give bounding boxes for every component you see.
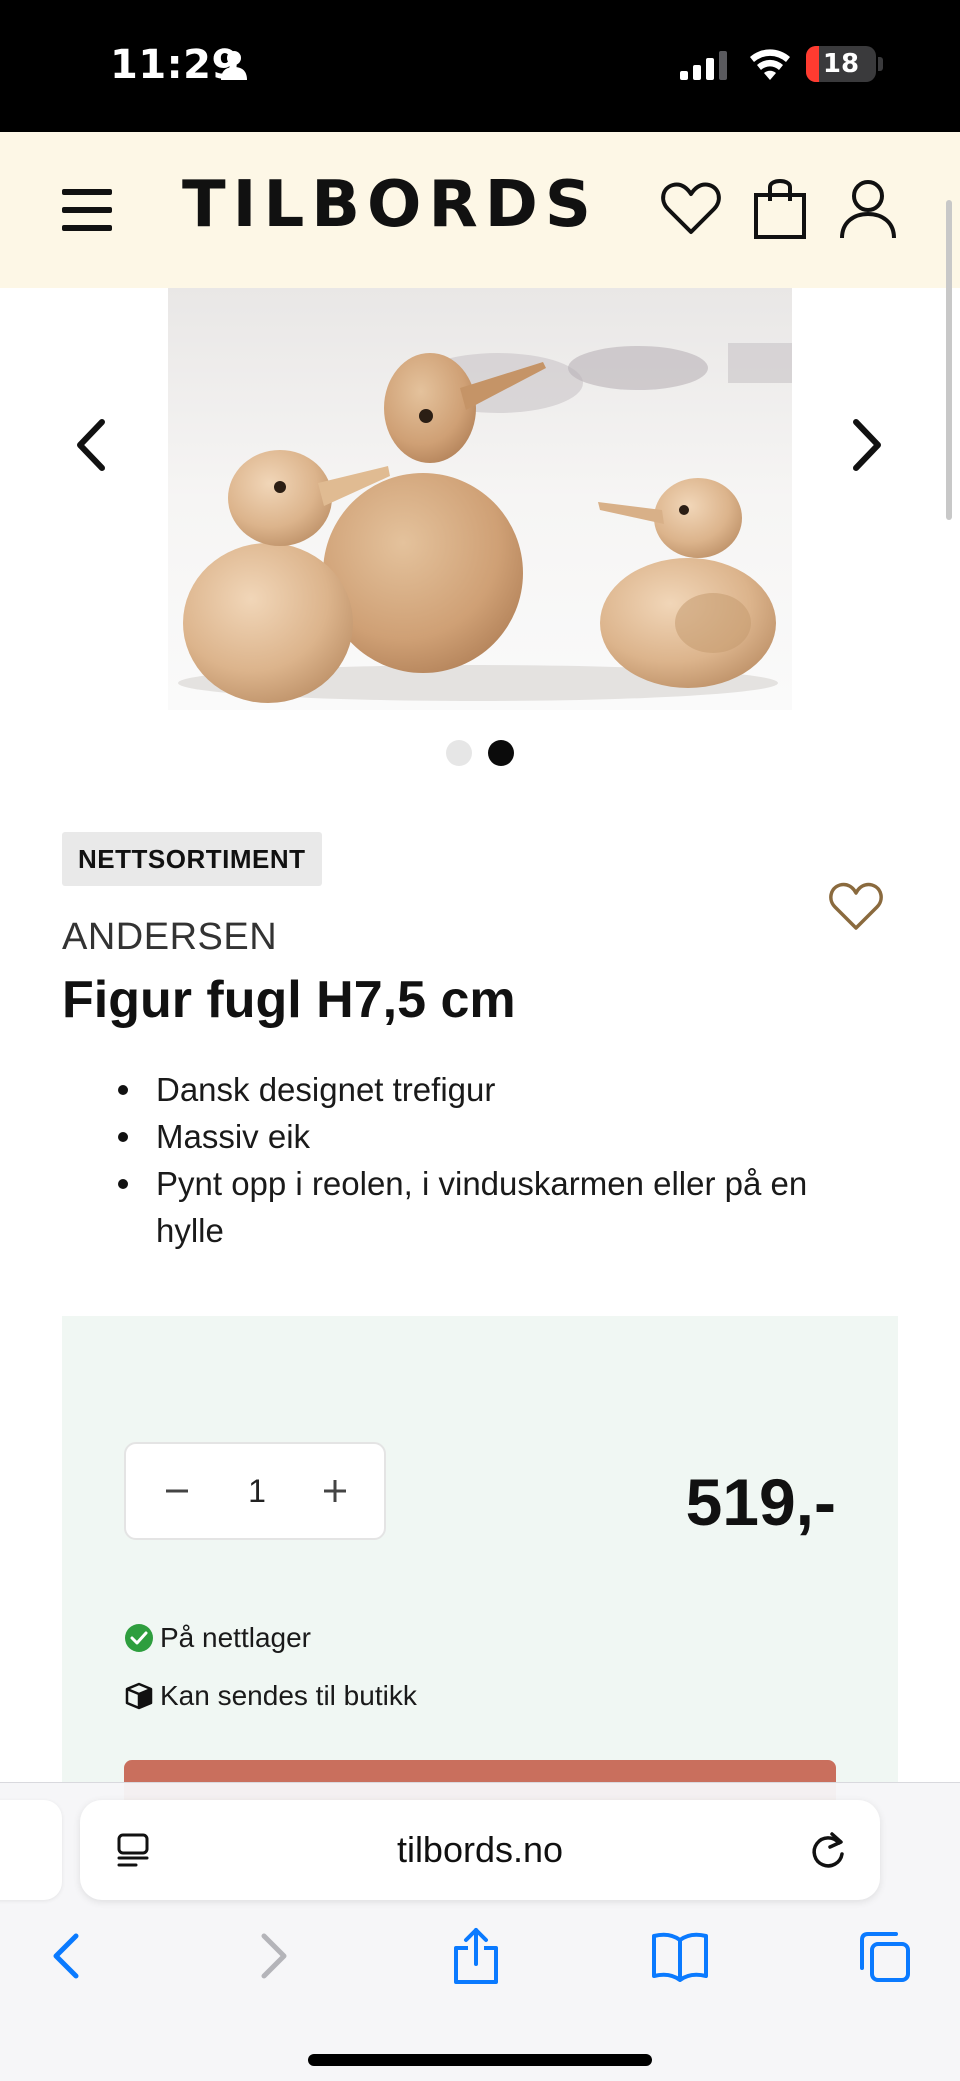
check-circle-icon [125, 1624, 153, 1652]
bookmarks-book-icon[interactable] [650, 1930, 710, 1982]
stock-status-text: På nettlager [160, 1622, 311, 1653]
quantity-value[interactable]: 1 [222, 1444, 292, 1538]
cellular-signal-icon [680, 51, 727, 80]
address-bar[interactable]: tilbords.no [80, 1800, 880, 1900]
product-image[interactable] [168, 288, 792, 710]
stock-status: På nettlager [124, 1618, 311, 1658]
gallery-pagination [446, 740, 516, 770]
tabs-overview-icon[interactable] [856, 1928, 912, 1984]
minus-icon [166, 1489, 188, 1493]
previous-image-arrow-icon[interactable] [72, 418, 112, 472]
url-text[interactable]: tilbords.no [180, 1800, 780, 1900]
shipping-status-text: Kan sendes til butikk [160, 1680, 417, 1711]
add-to-wishlist-heart-icon[interactable] [828, 880, 884, 934]
wifi-icon [750, 49, 790, 80]
previous-tab-preview[interactable] [0, 1800, 62, 1900]
share-icon[interactable] [450, 1926, 502, 1986]
shipping-status: Kan sendes til butikk [124, 1676, 417, 1716]
page-menu-icon[interactable] [116, 1832, 152, 1870]
product-brand[interactable]: ANDERSEN [62, 916, 277, 959]
product-title: Figur fugl H7,5 cm [62, 971, 516, 1029]
status-bar: 11:29 18 [0, 0, 960, 132]
gallery-dot-2-active[interactable] [488, 740, 514, 766]
person-icon [221, 51, 247, 80]
home-indicator [308, 2054, 652, 2066]
availability-badge: NETTSORTIMENT [62, 832, 322, 886]
site-logo[interactable]: TILBORDS [182, 170, 598, 240]
back-arrow-icon[interactable] [48, 1930, 84, 1982]
battery-cap [878, 57, 883, 71]
battery-percentage: 18 [822, 49, 860, 79]
feature-item: Dansk designet trefigur [116, 1066, 816, 1113]
gallery-dot-1[interactable] [446, 740, 472, 766]
shopping-bag-icon[interactable] [752, 175, 808, 241]
user-account-icon[interactable] [838, 178, 898, 240]
quantity-increase-button[interactable] [312, 1468, 358, 1514]
product-features-list: Dansk designet trefigur Massiv eik Pynt … [116, 1066, 816, 1254]
wishlist-heart-icon[interactable] [660, 180, 722, 238]
plus-icon [324, 1480, 346, 1502]
product-price: 519,- [685, 1465, 836, 1539]
battery-indicator: 18 [806, 46, 876, 82]
hamburger-menu-icon[interactable] [60, 185, 114, 235]
feature-item: Pynt opp i reolen, i vinduskarmen eller … [116, 1160, 816, 1254]
forward-arrow-icon[interactable] [256, 1930, 292, 1982]
reload-icon[interactable] [808, 1828, 848, 1872]
next-image-arrow-icon[interactable] [846, 418, 886, 472]
package-box-icon [125, 1682, 153, 1710]
quantity-decrease-button[interactable] [154, 1468, 200, 1514]
feature-item: Massiv eik [116, 1113, 816, 1160]
quantity-stepper: 1 [124, 1442, 386, 1540]
